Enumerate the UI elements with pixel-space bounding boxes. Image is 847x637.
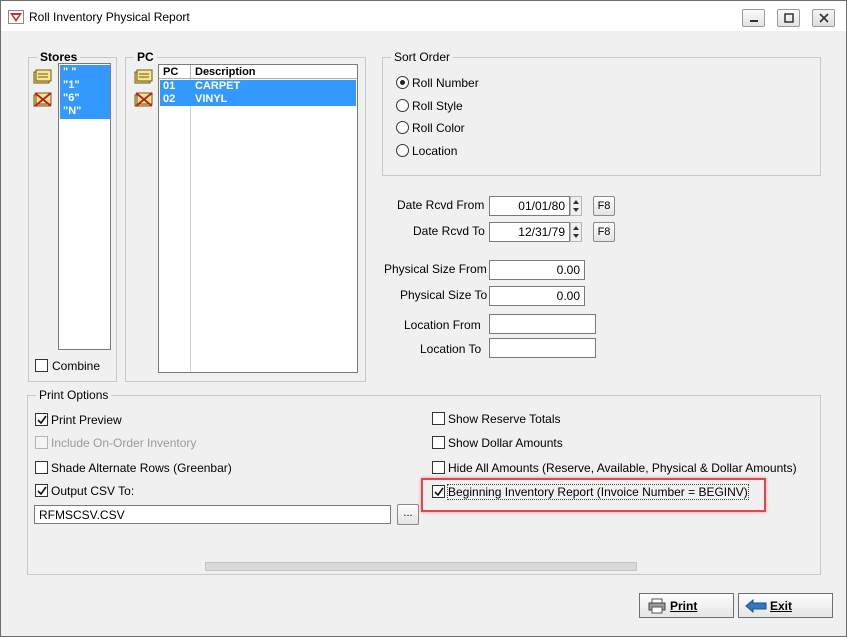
store-excluded-icon <box>33 92 52 107</box>
print-button-label: Print <box>670 599 698 613</box>
spin-up-icon[interactable] <box>571 223 581 232</box>
store-item[interactable]: "1" <box>63 79 110 92</box>
exit-button[interactable]: Exit <box>738 593 833 618</box>
radio-selected-dot <box>400 80 405 85</box>
size-from-field[interactable]: 0.00 <box>489 260 585 280</box>
pc-header-row: PC Description <box>159 65 357 79</box>
location-to-field[interactable] <box>489 338 596 358</box>
exit-button-label: Exit <box>770 599 793 613</box>
size-to-label: Physical Size To <box>400 288 488 302</box>
printer-icon <box>648 598 666 614</box>
store-item[interactable]: " " <box>63 66 110 79</box>
date-from-field[interactable]: 01/01/80 <box>489 196 570 216</box>
store-item[interactable]: "6" <box>63 92 110 105</box>
location-from-field[interactable] <box>489 314 596 334</box>
date-to-field[interactable]: 12/31/79 <box>489 222 570 242</box>
minimize-button[interactable] <box>742 9 765 27</box>
show-reserve-label: Show Reserve Totals <box>448 412 561 426</box>
radio-roll-color-label: Roll Color <box>412 121 465 135</box>
location-to-label: Location To <box>420 342 482 356</box>
stores-group-label: Stores <box>37 50 81 64</box>
date-to-f8-button[interactable]: F8 <box>593 222 615 242</box>
radio-location[interactable] <box>396 144 409 157</box>
checkmark-icon <box>434 487 444 497</box>
date-from-label: Date Rcvd From <box>397 198 485 212</box>
include-on-order-checkbox <box>35 436 48 449</box>
print-options-label: Print Options <box>36 388 112 402</box>
browse-button[interactable]: ... <box>397 504 419 525</box>
pc-col-header[interactable]: PC <box>163 66 178 78</box>
pc-code: 02 <box>163 93 176 105</box>
radio-roll-style-label: Roll Style <box>412 99 463 113</box>
beginning-inventory-checkbox[interactable] <box>432 485 445 498</box>
store-item[interactable]: "N" <box>63 105 110 118</box>
hide-all-label: Hide All Amounts (Reserve, Available, Ph… <box>448 461 797 475</box>
title-bar[interactable]: Roll Inventory Physical Report <box>1 1 846 31</box>
csv-path-field[interactable]: RFMSCSV.CSV <box>34 505 391 524</box>
date-to-spinner[interactable] <box>570 222 582 242</box>
pc-row[interactable]: 02 VINYL <box>160 93 356 106</box>
pc-open-icon <box>134 69 153 84</box>
column-divider <box>190 65 191 79</box>
pc-excluded-icon <box>134 92 153 107</box>
sort-order-label: Sort Order <box>391 50 454 64</box>
pc-row[interactable]: 01 CARPET <box>160 80 356 93</box>
minimize-icon <box>750 20 758 22</box>
pc-listview[interactable]: PC Description 01 CARPET 02 VINYL <box>158 64 358 373</box>
date-from-f8-button[interactable]: F8 <box>593 196 615 216</box>
radio-roll-number-label: Roll Number <box>412 76 479 90</box>
pc-selection: 01 CARPET 02 VINYL <box>160 80 356 106</box>
date-to-label: Date Rcvd To <box>413 224 485 238</box>
shade-rows-label: Shade Alternate Rows (Greenbar) <box>51 461 232 475</box>
include-on-order-label: Include On-Order Inventory <box>51 436 197 450</box>
combine-label: Combine <box>52 359 101 373</box>
pc-code: 01 <box>163 80 176 92</box>
output-csv-checkbox[interactable] <box>35 484 48 497</box>
close-button[interactable] <box>812 9 835 27</box>
window-title: Roll Inventory Physical Report <box>29 10 190 24</box>
show-dollar-checkbox[interactable] <box>432 436 445 449</box>
checkmark-icon <box>37 415 47 425</box>
shade-rows-checkbox[interactable] <box>35 461 48 474</box>
maximize-icon <box>784 13 794 23</box>
checkmark-icon <box>37 486 47 496</box>
spin-up-icon[interactable] <box>571 197 581 206</box>
maximize-button[interactable] <box>777 9 800 27</box>
sort-order-group: Sort Order <box>382 50 821 176</box>
progress-bar <box>205 562 637 571</box>
output-csv-label: Output CSV To: <box>51 484 135 498</box>
app-logo-icon <box>8 10 24 24</box>
size-to-field[interactable]: 0.00 <box>489 286 585 306</box>
combine-checkbox[interactable] <box>35 359 48 372</box>
print-preview-checkbox[interactable] <box>35 413 48 426</box>
spin-down-icon[interactable] <box>571 206 581 215</box>
show-dollar-label: Show Dollar Amounts <box>448 436 563 450</box>
beginning-inventory-label: Beginning Inventory Report (Invoice Numb… <box>447 484 749 500</box>
radio-location-label: Location <box>412 144 458 158</box>
radio-roll-color[interactable] <box>396 121 409 134</box>
pc-description: CARPET <box>195 80 241 92</box>
radio-roll-number[interactable] <box>396 76 409 89</box>
print-preview-label: Print Preview <box>51 413 122 427</box>
hide-all-checkbox[interactable] <box>432 461 445 474</box>
date-from-spinner[interactable] <box>570 196 582 216</box>
description-col-header[interactable]: Description <box>195 66 256 78</box>
close-icon <box>819 13 829 23</box>
radio-roll-style[interactable] <box>396 99 409 112</box>
location-from-label: Location From <box>404 318 481 332</box>
show-reserve-checkbox[interactable] <box>432 412 445 425</box>
report-window: Roll Inventory Physical Report Stores " … <box>0 0 847 637</box>
stores-selection: " " "1" "6" "N" <box>60 65 110 119</box>
print-button[interactable]: Print <box>639 593 734 618</box>
spin-down-icon[interactable] <box>571 232 581 241</box>
pc-group-label: PC <box>134 50 157 64</box>
pc-description: VINYL <box>195 93 228 105</box>
column-gridline <box>190 79 191 372</box>
back-arrow-icon <box>745 599 767 613</box>
store-open-icon <box>33 69 52 84</box>
stores-listbox[interactable]: " " "1" "6" "N" <box>58 63 111 350</box>
size-from-label: Physical Size From <box>384 262 487 276</box>
